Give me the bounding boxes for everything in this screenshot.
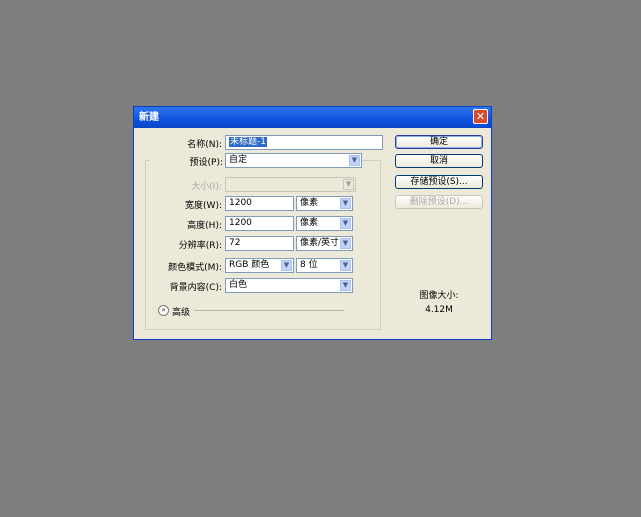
color-mode-value: RGB 颜色 [229,260,270,270]
chevron-down-icon[interactable]: ▼ [340,238,351,249]
ok-button[interactable]: 确定 [395,135,483,149]
chevron-down-icon[interactable]: ▼ [281,260,292,271]
image-size-value: 4.12M [425,305,453,315]
background-label: 背景内容(C): [169,283,222,293]
dialog-titlebar: 新建 ✕ [134,107,491,128]
preset-value: 自定 [229,155,248,165]
cancel-button[interactable]: 取消 [395,154,483,168]
height-unit-value: 像素 [300,218,319,228]
resolution-unit-value: 像素/英寸 [300,238,340,248]
resolution-label: 分辨率(R): [178,241,222,251]
name-label: 名称(N): [187,140,222,150]
chevron-down-icon[interactable]: ▼ [349,155,360,166]
resolution-unit-dropdown[interactable]: 像素/英寸 ▼ [296,236,353,251]
height-label: 高度(H): [187,221,222,231]
advanced-label[interactable]: 高级 [172,305,190,318]
chevron-down-icon[interactable]: ▼ [343,179,354,190]
dialog-title: 新建 [139,112,159,123]
advanced-divider [194,310,344,311]
height-input[interactable]: 1200 [225,216,294,231]
chevron-down-icon[interactable]: ▼ [340,218,351,229]
width-input[interactable]: 1200 [225,196,294,211]
color-mode-label: 颜色模式(M): [168,263,222,273]
background-dropdown[interactable]: 白色 ▼ [225,278,353,293]
width-unit-value: 像素 [300,198,319,208]
bit-depth-dropdown[interactable]: 8 位 ▼ [296,258,353,273]
width-unit-dropdown[interactable]: 像素 ▼ [296,196,353,211]
width-label: 宽度(W): [185,201,222,211]
preset-label: 预设(P): [150,155,226,168]
expand-advanced-icon[interactable]: » [158,305,169,316]
delete-preset-button[interactable]: 删除预设(D)... [395,195,483,209]
bit-depth-value: 8 位 [300,260,318,270]
name-input-value: 未标题-1 [229,137,267,147]
chevron-down-icon[interactable]: ▼ [340,260,351,271]
background-value: 白色 [229,280,248,290]
save-preset-button[interactable]: 存储预设(S)... [395,175,483,189]
preset-dropdown[interactable]: 自定 ▼ [225,153,362,168]
name-input[interactable]: 未标题-1 [225,135,383,150]
chevron-down-icon[interactable]: ▼ [340,198,351,209]
color-mode-dropdown[interactable]: RGB 颜色 ▼ [225,258,294,273]
size-label: 大小(I): [191,182,222,192]
close-icon[interactable]: ✕ [473,109,488,124]
height-unit-dropdown[interactable]: 像素 ▼ [296,216,353,231]
chevron-down-icon[interactable]: ▼ [340,280,351,291]
image-size-label: 图像大小: [419,291,459,301]
new-document-dialog: 新建 ✕ 名称(N): 未标题-1 预设(P): 自定 ▼ 大小(I): ▼ 宽… [133,106,492,340]
resolution-input[interactable]: 72 [225,236,294,251]
size-dropdown[interactable]: ▼ [225,177,356,192]
